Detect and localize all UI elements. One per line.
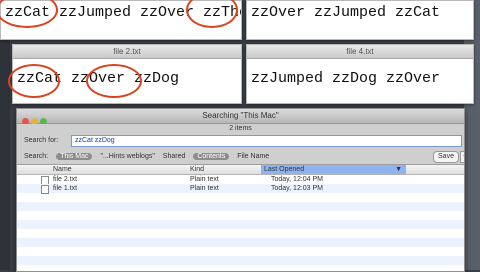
item-count: 2 items — [229, 125, 252, 132]
highlight-circle-zzdog-bottom — [86, 64, 142, 98]
search-label: Search for: — [24, 137, 59, 144]
file-name: file 1.txt — [53, 185, 78, 192]
table-row[interactable]: file 2.txt Plain text Today, 12:04 PM — [17, 175, 464, 185]
editor-window-file-4[interactable]: file 4.txt zzJumped zzDog zzOver — [246, 44, 474, 104]
column-kind[interactable]: Kind — [190, 165, 204, 174]
window-title: file 4.txt — [247, 45, 473, 59]
results-column-header: Name Kind Last Opened ▼ — [17, 165, 464, 175]
finder-titlebar[interactable]: Searching "This Mac" — [17, 109, 464, 125]
table-row[interactable]: file 1.txt Plain text Today, 12:03 PM — [17, 184, 464, 194]
criteria-file-name[interactable]: File Name — [237, 153, 269, 160]
table-row-empty — [17, 238, 464, 247]
column-last-opened-label: Last Opened — [264, 166, 305, 173]
table-row-empty — [17, 229, 464, 238]
search-input[interactable]: zzCat zzDog — [71, 135, 462, 147]
desktop-background-right — [464, 0, 480, 270]
table-row-empty — [17, 247, 464, 256]
scope-hints-weblogs[interactable]: "...Hints weblogs" — [100, 153, 154, 160]
window-title: file 2.txt — [13, 45, 241, 59]
document-text[interactable]: zzOver zzJumped zzCat — [251, 4, 440, 21]
table-row-empty — [17, 220, 464, 229]
desktop-background-left — [0, 0, 10, 270]
highlight-circle-zzcat-bottom — [8, 64, 60, 98]
search-scope-bar: Search: This Mac "...Hints weblogs" Shar… — [24, 152, 275, 162]
criteria-contents[interactable]: Contents — [193, 153, 230, 160]
table-row-empty — [17, 193, 464, 202]
table-row-empty — [17, 202, 464, 211]
document-text[interactable]: zzJumped zzDog zzOver — [251, 70, 440, 87]
table-row-empty — [17, 265, 464, 271]
column-last-opened[interactable]: Last Opened ▼ — [261, 165, 406, 174]
table-row-empty — [17, 256, 464, 265]
file-last-opened: Today, 12:03 PM — [271, 185, 324, 192]
file-last-opened: Today, 12:04 PM — [271, 176, 324, 183]
table-row-empty — [17, 211, 464, 220]
scope-label: Search: — [24, 153, 49, 160]
scope-shared[interactable]: Shared — [163, 153, 186, 160]
results-list: file 2.txt Plain text Today, 12:04 PM fi… — [17, 175, 464, 271]
save-button[interactable]: Save — [433, 151, 459, 163]
finder-search-window[interactable]: Searching "This Mac" 2 items Search for:… — [16, 108, 465, 272]
file-kind: Plain text — [190, 185, 219, 192]
window-title: Searching "This Mac" — [202, 111, 279, 120]
sort-descending-icon: ▼ — [395, 166, 402, 173]
search-toolbar: 2 items Search for: zzCat zzDog Search: … — [17, 124, 464, 165]
file-kind: Plain text — [190, 176, 219, 183]
add-criteria-button[interactable]: + — [460, 151, 464, 163]
column-name[interactable]: Name — [53, 165, 72, 174]
scope-this-mac[interactable]: This Mac — [56, 153, 93, 160]
file-name: file 2.txt — [53, 176, 78, 183]
editor-window-top-right[interactable]: zzOver zzJumped zzCat — [246, 0, 474, 40]
